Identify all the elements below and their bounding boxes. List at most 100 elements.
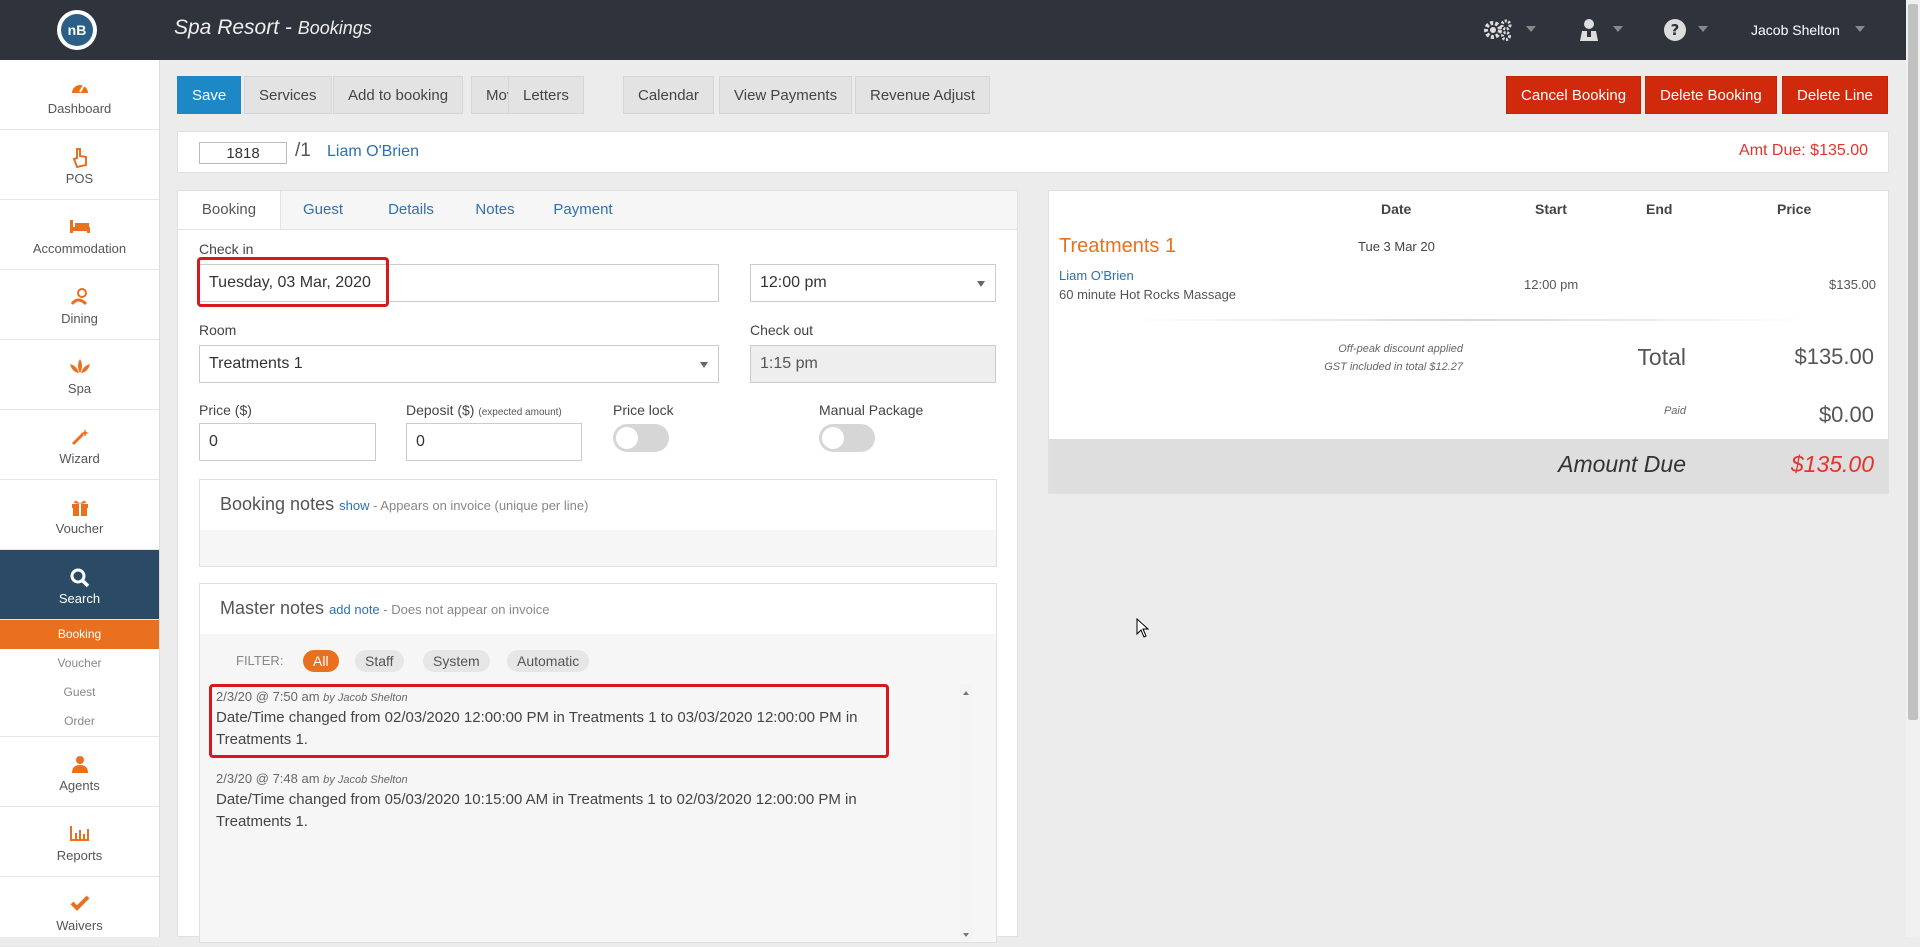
- amount-due-value: $135.00: [1790, 451, 1874, 477]
- gst-note: GST included in total $12.27: [1324, 361, 1463, 373]
- checkin-time-value: 12:00 pm: [760, 274, 827, 291]
- app-name: Spa Resort -: [174, 16, 298, 39]
- highlight-box: [209, 684, 889, 758]
- dining-icon: [0, 288, 159, 309]
- filter-all[interactable]: All: [303, 650, 339, 672]
- line-guest-link[interactable]: Liam O'Brien: [1059, 268, 1134, 283]
- chevron-down-icon[interactable]: [1855, 26, 1865, 32]
- checkin-time-select[interactable]: 12:00 pm: [750, 264, 996, 302]
- gears-icon[interactable]: [1483, 18, 1513, 48]
- highlight-box: [197, 257, 389, 307]
- letters-button[interactable]: Letters: [508, 76, 584, 114]
- revenue-adjust-button[interactable]: Revenue Adjust: [855, 76, 991, 114]
- booking-notes-hint: - Appears on invoice (unique per line): [369, 498, 589, 513]
- line-date: Tue 3 Mar 20: [1358, 239, 1435, 254]
- sidebar-item-pos[interactable]: POS: [0, 130, 159, 200]
- paid-label: Paid: [1663, 405, 1686, 417]
- total-label: Total: [1637, 344, 1686, 370]
- sidebar-item-accommodation[interactable]: Accommodation: [0, 200, 159, 270]
- tab-booking[interactable]: Booking: [178, 191, 281, 229]
- note-meta: 2/3/20 @ 7:48 am by Jacob Shelton: [216, 771, 408, 786]
- page-scrollbar[interactable]: [1906, 0, 1920, 937]
- notes-scrollbar[interactable]: [960, 684, 972, 942]
- subnav-order[interactable]: Order: [0, 707, 159, 737]
- delete-booking-button[interactable]: Delete Booking: [1645, 76, 1777, 114]
- subnav-booking[interactable]: Booking: [0, 620, 159, 649]
- note-text: Date/Time changed from 05/03/2020 10:15:…: [216, 791, 857, 830]
- booking-tabs: Booking Guest Details Notes Payment: [178, 191, 1017, 230]
- tab-guest[interactable]: Guest: [281, 191, 365, 229]
- chevron-down-icon[interactable]: [1613, 26, 1623, 32]
- col-date: Date: [1381, 201, 1412, 217]
- sidebar-item-reports[interactable]: Reports: [0, 807, 159, 877]
- tab-details[interactable]: Details: [366, 191, 456, 229]
- services-button[interactable]: Services: [244, 76, 332, 114]
- agent-icon: [0, 755, 159, 776]
- dashboard-icon: [0, 78, 159, 99]
- agent-icon[interactable]: [1578, 18, 1600, 48]
- filter-staff[interactable]: Staff: [355, 650, 404, 672]
- sidebar-item-wizard[interactable]: Wizard: [0, 410, 159, 480]
- booking-notes-box: Booking notes show - Appears on invoice …: [199, 479, 997, 567]
- booking-notes-content: [200, 530, 996, 566]
- line-start: 12:00 pm: [1524, 277, 1579, 292]
- booking-number-field[interactable]: 1818: [199, 142, 287, 164]
- deposit-input[interactable]: 0: [406, 423, 582, 461]
- room-select[interactable]: Treatments 1: [199, 345, 719, 383]
- scrollbar-thumb[interactable]: [1908, 4, 1918, 720]
- checkout-label: Check out: [750, 322, 814, 338]
- price-input[interactable]: 0: [199, 423, 376, 461]
- view-payments-button[interactable]: View Payments: [719, 76, 853, 114]
- user-menu[interactable]: Jacob Shelton: [1751, 22, 1840, 38]
- lotus-icon: [0, 358, 159, 377]
- sidebar-item-agents[interactable]: Agents: [0, 737, 159, 807]
- cancel-booking-button[interactable]: Cancel Booking: [1506, 76, 1642, 114]
- subnav-guest[interactable]: Guest: [0, 678, 159, 707]
- mouse-cursor-icon: [1136, 617, 1150, 643]
- master-notes-content: FILTER: All Staff System Automatic 2/3/2…: [200, 634, 996, 942]
- col-price: Price: [1777, 201, 1812, 217]
- delete-line-button[interactable]: Delete Line: [1782, 76, 1888, 114]
- chevron-down-icon[interactable]: [1526, 26, 1536, 32]
- line-price: $135.00: [1829, 277, 1876, 292]
- amount-due-header: Amt Due: $135.00: [1739, 142, 1868, 159]
- sidebar-item-voucher[interactable]: Voucher: [0, 480, 159, 550]
- add-note-link[interactable]: add note: [329, 602, 380, 617]
- calendar-button[interactable]: Calendar: [623, 76, 714, 114]
- booking-notes-heading: Booking notes show - Appears on invoice …: [220, 494, 589, 514]
- chart-icon: [0, 825, 159, 844]
- subnav-voucher[interactable]: Voucher: [0, 649, 159, 678]
- col-end: End: [1646, 201, 1673, 217]
- guest-link[interactable]: Liam O'Brien: [327, 143, 419, 161]
- price-label: Price ($): [199, 402, 252, 418]
- logo-mark: nB: [61, 14, 93, 46]
- svg-text:?: ?: [1671, 21, 1680, 39]
- save-button[interactable]: Save: [177, 76, 242, 114]
- sidebar: Dashboard POS Accommodation Dining Spa W…: [0, 60, 160, 947]
- room-section-title: Treatments 1: [1059, 235, 1177, 257]
- tab-notes[interactable]: Notes: [457, 191, 533, 229]
- gift-icon: [0, 498, 159, 519]
- top-bar: nB Spa Resort - Bookings ? Jacob Shelton: [0, 0, 1920, 60]
- help-icon[interactable]: ?: [1663, 18, 1687, 48]
- manual-package-label: Manual Package: [819, 402, 924, 418]
- filter-system[interactable]: System: [423, 650, 490, 672]
- chevron-down-icon[interactable]: [1698, 26, 1708, 32]
- sidebar-item-spa[interactable]: Spa: [0, 340, 159, 410]
- pointer-hand-icon: [0, 148, 159, 171]
- manual-package-toggle[interactable]: [819, 424, 875, 452]
- app-logo[interactable]: nB: [57, 10, 97, 50]
- checkout-time-field: 1:15 pm: [750, 345, 996, 383]
- check-icon: [0, 895, 159, 914]
- tab-payment[interactable]: Payment: [534, 191, 632, 229]
- sidebar-item-search[interactable]: Search: [0, 550, 159, 620]
- show-booking-notes-link[interactable]: show: [339, 498, 369, 513]
- sidebar-item-dashboard[interactable]: Dashboard: [0, 60, 159, 130]
- booking-summary-panel: Date Start End Price Treatments 1 Tue 3 …: [1048, 190, 1889, 494]
- total-value: $135.00: [1794, 344, 1874, 369]
- sidebar-item-dining[interactable]: Dining: [0, 270, 159, 340]
- add-to-booking-button[interactable]: Add to booking: [333, 76, 464, 114]
- line-service: 60 minute Hot Rocks Massage: [1059, 287, 1237, 302]
- filter-automatic[interactable]: Automatic: [507, 650, 590, 672]
- price-lock-toggle[interactable]: [613, 424, 669, 452]
